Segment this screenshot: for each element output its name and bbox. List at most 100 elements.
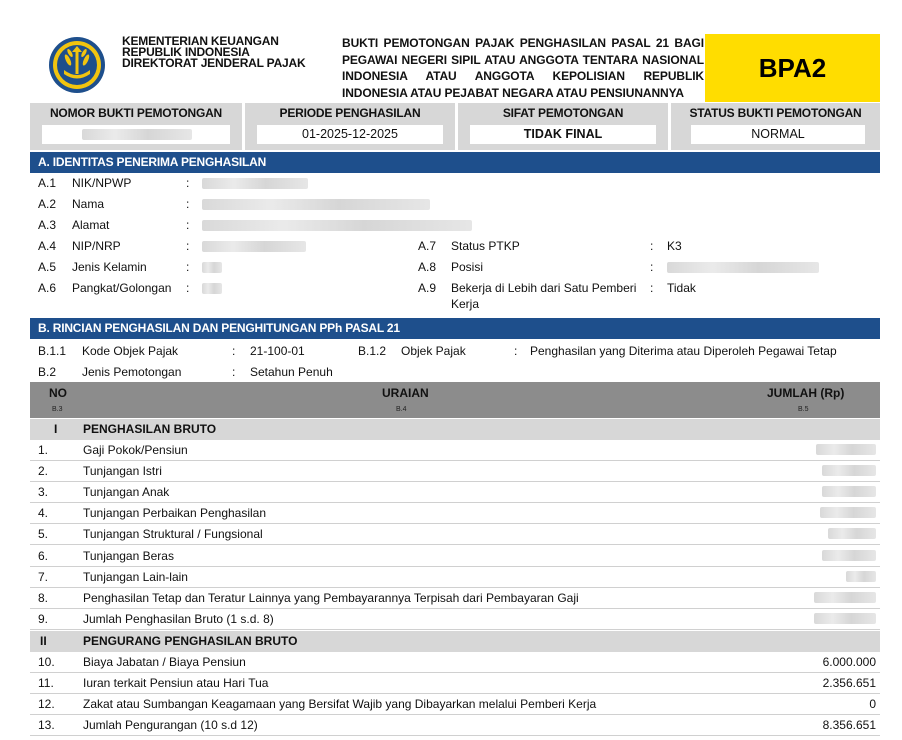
a9-label: Bekerja di Lebih dari Satu Pemberi bbox=[451, 281, 637, 295]
table-row-label: Tunjangan Struktural / Fungsional bbox=[83, 527, 263, 542]
a5-colon: : bbox=[186, 260, 190, 274]
b2-label: Jenis Pemotongan bbox=[82, 365, 182, 379]
a9-value: Tidak bbox=[667, 281, 696, 295]
table-row-label: Tunjangan Lain-lain bbox=[83, 569, 188, 584]
a2-colon: : bbox=[186, 197, 190, 211]
a4-colon: : bbox=[186, 239, 190, 253]
a5-code: A.5 bbox=[38, 260, 57, 274]
a8-code: A.8 bbox=[418, 260, 437, 274]
row-divider bbox=[30, 544, 880, 546]
col-no-sub: B.3 bbox=[52, 406, 63, 413]
table-row-no: 9. bbox=[38, 611, 49, 626]
group-i-title: PENGHASILAN BRUTO bbox=[83, 422, 217, 436]
table-row-no: 5. bbox=[38, 527, 49, 542]
table-row-label: Jumlah Penghasilan Bruto (1 s.d. 8) bbox=[83, 611, 274, 626]
nomor-bukti-label: NOMOR BUKTI PEMOTONGAN bbox=[49, 106, 223, 120]
table-row-amount: 6.000.000 bbox=[822, 655, 876, 669]
table-row-label: Gaji Pokok/Pensiun bbox=[83, 443, 188, 457]
row-divider bbox=[30, 502, 880, 504]
a7-label: Status PTKP bbox=[451, 239, 520, 253]
col-no-header: NO bbox=[49, 386, 67, 400]
table-row-no: 7. bbox=[38, 569, 49, 584]
group-ii-no: II bbox=[40, 634, 47, 648]
b11-value: 21-100-01 bbox=[250, 344, 305, 358]
col-jumlah-header: JUMLAH (Rp) bbox=[767, 386, 845, 400]
status-label: STATUS BUKTI PEMOTONGAN bbox=[689, 106, 862, 120]
form-code-badge: BPA2 bbox=[705, 34, 880, 102]
col-uraian-sub: B.4 bbox=[396, 406, 407, 413]
agency-name: KEMENTERIAN KEUANGAN REPUBLIK INDONESIA … bbox=[122, 35, 306, 70]
table-row-no: 2. bbox=[38, 464, 49, 479]
table-row-label: Tunjangan Istri bbox=[83, 464, 162, 479]
row-divider bbox=[30, 693, 880, 694]
a8-redacted bbox=[667, 262, 819, 273]
b2-code: B.2 bbox=[38, 365, 57, 379]
table-row-no: 12. bbox=[38, 697, 55, 711]
a4-redacted bbox=[202, 241, 306, 252]
table-row-label: Tunjangan Anak bbox=[83, 485, 170, 500]
section-b-header: B. RINCIAN PENGHASILAN DAN PENGHITUNGAN … bbox=[30, 318, 880, 339]
a1-colon: : bbox=[186, 176, 190, 190]
a6-label: Pangkat/Golongan bbox=[72, 281, 172, 295]
table-row-amount: 8.356.651 bbox=[822, 718, 876, 732]
a5-label: Jenis Kelamin bbox=[72, 260, 147, 274]
a7-code: A.7 bbox=[418, 239, 437, 253]
group-ii-title: PENGURANG PENGHASILAN BRUTO bbox=[83, 634, 298, 648]
amount-redacted bbox=[828, 528, 876, 540]
amount-redacted bbox=[822, 465, 876, 477]
a8-label: Posisi bbox=[451, 260, 484, 274]
table-row-no: 11. bbox=[38, 676, 54, 690]
periode-label: PERIODE PENGHASILAN bbox=[279, 106, 421, 120]
amount-redacted bbox=[814, 612, 876, 624]
a9-label-line2: Kerja bbox=[451, 297, 480, 311]
row-divider bbox=[30, 672, 880, 673]
row-divider bbox=[30, 628, 880, 630]
b12-value: Penghasilan yang Diterima atau Diperoleh… bbox=[530, 344, 837, 358]
table-row-no: 13. bbox=[38, 718, 55, 732]
amount-redacted bbox=[816, 444, 876, 455]
a8-colon: : bbox=[650, 260, 654, 274]
amount-redacted bbox=[814, 591, 876, 603]
a9-colon: : bbox=[650, 281, 654, 295]
table-row-amount: 2.356.651 bbox=[822, 676, 876, 690]
document-title: BUKTI PEMOTONGAN PAJAK PENGHASILAN PASAL… bbox=[342, 36, 704, 100]
table-row-label: Zakat atau Sumbangan Keagamaan yang Bers… bbox=[83, 697, 597, 711]
row-divider bbox=[30, 460, 880, 461]
a3-code: A.3 bbox=[38, 218, 57, 232]
sifat-value: TIDAK FINAL bbox=[470, 125, 656, 144]
row-divider bbox=[30, 735, 880, 736]
a3-redacted bbox=[202, 220, 472, 231]
table-row-no: 6. bbox=[38, 548, 49, 563]
amount-redacted bbox=[822, 486, 876, 498]
a6-colon: : bbox=[186, 281, 190, 295]
b12-label: Objek Pajak bbox=[401, 344, 466, 358]
nomor-bukti-cell: NOMOR BUKTI PEMOTONGAN bbox=[30, 103, 242, 150]
a6-code: A.6 bbox=[38, 281, 57, 295]
sifat-label: SIFAT PEMOTONGAN bbox=[502, 106, 624, 120]
row-divider bbox=[30, 565, 880, 567]
a2-label: Nama bbox=[72, 197, 105, 211]
group-ii-header: II PENGURANG PENGHASILAN BRUTO bbox=[30, 631, 880, 652]
status-value: NORMAL bbox=[691, 125, 865, 144]
col-uraian-header: URAIAN bbox=[382, 386, 429, 400]
periode-cell: PERIODE PENGHASILAN 01-2025-12-2025 bbox=[245, 103, 455, 150]
document-info-bar: NOMOR BUKTI PEMOTONGAN PERIODE PENGHASIL… bbox=[30, 103, 880, 150]
a3-colon: : bbox=[186, 218, 190, 232]
amount-redacted bbox=[822, 549, 876, 561]
a1-label: NIK/NPWP bbox=[72, 176, 132, 190]
b12-code: B.1.2 bbox=[358, 344, 387, 358]
col-jumlah-sub: B.5 bbox=[798, 406, 809, 413]
table-row-label: Jumlah Pengurangan (10 s.d 12) bbox=[83, 718, 258, 732]
table-row-no: 1. bbox=[38, 443, 49, 457]
row-divider bbox=[30, 586, 880, 588]
amount-redacted bbox=[846, 570, 876, 582]
a4-code: A.4 bbox=[38, 239, 57, 253]
section-a-header: A. IDENTITAS PENERIMA PENGHASILAN bbox=[30, 152, 880, 173]
row-divider bbox=[30, 714, 880, 715]
nomor-bukti-value bbox=[42, 125, 230, 144]
row-divider bbox=[30, 607, 880, 609]
table-row-label: Penghasilan Tetap dan Teratur Lainnya ya… bbox=[83, 590, 579, 605]
table-row-label: Tunjangan Perbaikan Penghasilan bbox=[83, 506, 267, 521]
table-row-label: Biaya Jabatan / Biaya Pensiun bbox=[83, 655, 246, 669]
agency-line-3: DIREKTORAT JENDERAL PAJAK bbox=[122, 56, 306, 70]
